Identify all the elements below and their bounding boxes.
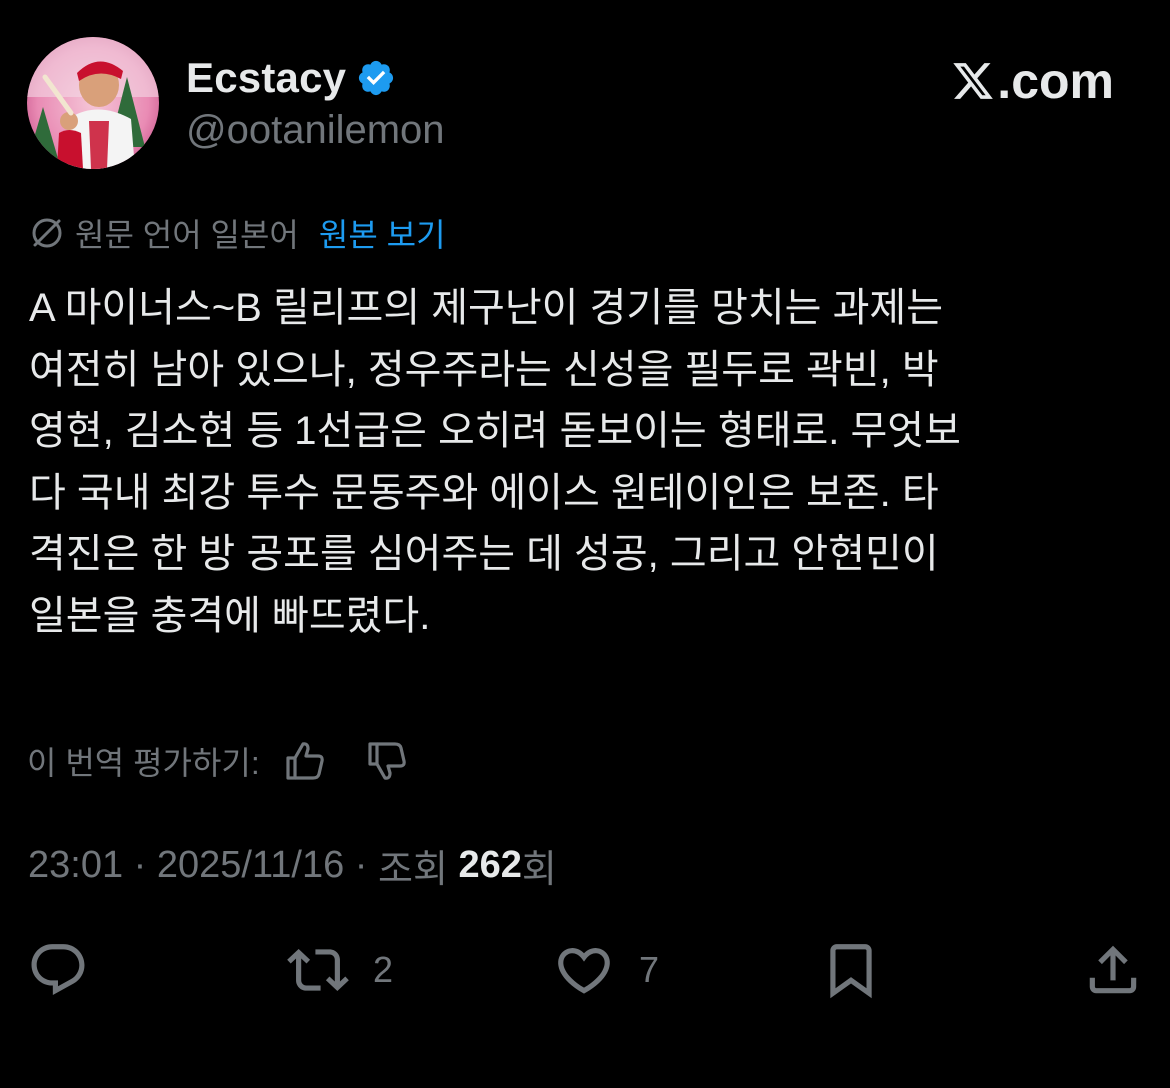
thumbs-down-icon[interactable] [364, 738, 410, 784]
bookmark-button[interactable] [820, 935, 882, 1005]
repost-count: 2 [373, 949, 394, 990]
meta-separator: · [123, 843, 157, 886]
tweet-text-line: 일본을 충격에 빠뜨렸다. [29, 593, 431, 638]
tweet-date[interactable]: 2025/11/16 [157, 844, 344, 887]
repost-icon [287, 949, 349, 991]
tweet-text-line: 여전히 남아 있으나, 정우주라는 신성을 필두로 곽빈, 박 [29, 347, 939, 392]
thumbs-up-icon[interactable] [282, 738, 328, 784]
reply-icon [31, 944, 85, 996]
translate-icon [32, 218, 62, 248]
tweet-actions: 2 7 [0, 935, 1170, 1005]
like-button[interactable]: 7 [553, 935, 659, 1005]
avatar-image [27, 37, 159, 169]
author-name-row[interactable]: Ecstacy [186, 52, 396, 104]
brand-watermark: .com [951, 52, 1114, 110]
tweet-meta: 23:01 · 2025/11/16 · 조회 262 회 [28, 840, 557, 891]
tweet-text-line: 다 국내 최강 투수 문동주와 에이스 원테이인은 보존. 타 [29, 470, 939, 515]
bookmark-icon [830, 944, 872, 999]
tweet-text-line: 격진은 한 방 공포를 심어주는 데 성공, 그리고 안현민이 [29, 532, 939, 576]
like-count: 7 [639, 949, 660, 990]
tweet-text-line: 영현, 김소현 등 1선급은 오히려 돋보이는 형태로. 무엇보 [29, 409, 961, 453]
tweet-time[interactable]: 23:01 [28, 844, 123, 887]
display-name[interactable]: Ecstacy [186, 54, 346, 102]
tweet-text-line: A 마이너스~B 릴리프의 제구난이 경기를 망치는 과제는 [29, 286, 943, 330]
rate-translation: 이 번역 평가하기: [27, 736, 410, 786]
meta-separator: · [344, 843, 379, 886]
share-button[interactable] [1082, 935, 1144, 1005]
views-count: 262 [458, 843, 522, 886]
avatar[interactable] [27, 37, 159, 169]
tweet-text: A 마이너스~B 릴리프의 제구난이 경기를 망치는 과제는 여전히 남아 있으… [29, 278, 1144, 647]
reply-button[interactable] [27, 935, 89, 1005]
x-logo-icon [953, 63, 994, 99]
brand-label: .com [997, 53, 1114, 109]
show-original-link[interactable]: 원본 보기 [319, 210, 446, 256]
views-prefix: 조회 [378, 848, 459, 891]
share-icon [1089, 945, 1137, 994]
author-handle[interactable]: @ootanilemon [186, 108, 445, 153]
rate-translation-label: 이 번역 평가하기: [27, 745, 260, 781]
translation-notice: 원문 언어 일본어 원본 보기 [27, 210, 446, 256]
heart-icon [558, 948, 610, 994]
source-language-note: 원문 언어 일본어 [75, 217, 299, 253]
views-suffix: 회 [521, 848, 557, 891]
repost-button[interactable]: 2 [287, 935, 393, 1005]
verified-badge-icon [359, 60, 394, 96]
